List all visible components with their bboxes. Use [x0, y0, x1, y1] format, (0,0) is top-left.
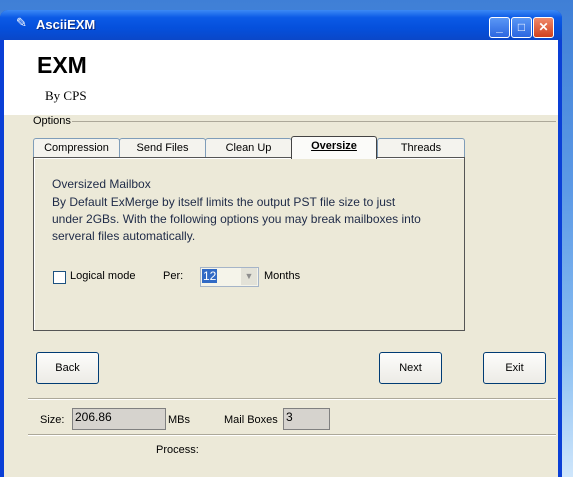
logical-mode-checkbox[interactable]	[53, 271, 66, 284]
window-title: AsciiEXM	[36, 17, 96, 32]
chevron-down-icon[interactable]: ▼	[241, 268, 257, 285]
tab-send-files[interactable]: Send Files	[119, 138, 206, 158]
tab-threads[interactable]: Threads	[377, 138, 465, 158]
panel-description: By Default ExMerge by itself limits the …	[52, 195, 421, 243]
mailboxes-label: Mail Boxes	[224, 414, 278, 426]
app-heading: EXM	[37, 52, 87, 78]
byline: By CPS	[45, 88, 87, 103]
months-label: Months	[264, 270, 301, 282]
maximize-icon: □	[517, 20, 526, 34]
exit-button[interactable]: Exit	[483, 352, 546, 384]
back-button[interactable]: Back	[36, 352, 99, 384]
tab-clean-up[interactable]: Clean Up	[205, 138, 292, 158]
minimize-icon: _	[496, 20, 503, 34]
tab-oversize[interactable]: Oversize	[291, 136, 377, 159]
size-label: Size:	[40, 414, 65, 426]
process-label: Process:	[156, 444, 199, 456]
per-months-value[interactable]: 12	[202, 269, 218, 283]
size-value: 206.86	[75, 410, 112, 424]
app-icon: ✎	[16, 15, 27, 30]
logical-mode-label[interactable]: Logical mode	[70, 270, 135, 282]
next-button[interactable]: Next	[379, 352, 442, 384]
options-divider	[72, 121, 556, 122]
tab-compression[interactable]: Compression	[33, 138, 120, 158]
close-icon: ✕	[538, 20, 549, 34]
mailboxes-value: 3	[286, 410, 293, 424]
options-group-label: Options	[33, 115, 71, 127]
maximize-button[interactable]: □	[511, 17, 532, 38]
panel-heading: Oversized Mailbox	[52, 177, 151, 191]
header-banner	[4, 40, 558, 115]
divider	[28, 398, 556, 400]
close-button[interactable]: ✕	[533, 17, 554, 38]
divider	[28, 434, 556, 436]
size-unit-label: MBs	[168, 414, 190, 426]
minimize-button[interactable]: _	[489, 17, 510, 38]
per-label: Per:	[163, 270, 184, 282]
